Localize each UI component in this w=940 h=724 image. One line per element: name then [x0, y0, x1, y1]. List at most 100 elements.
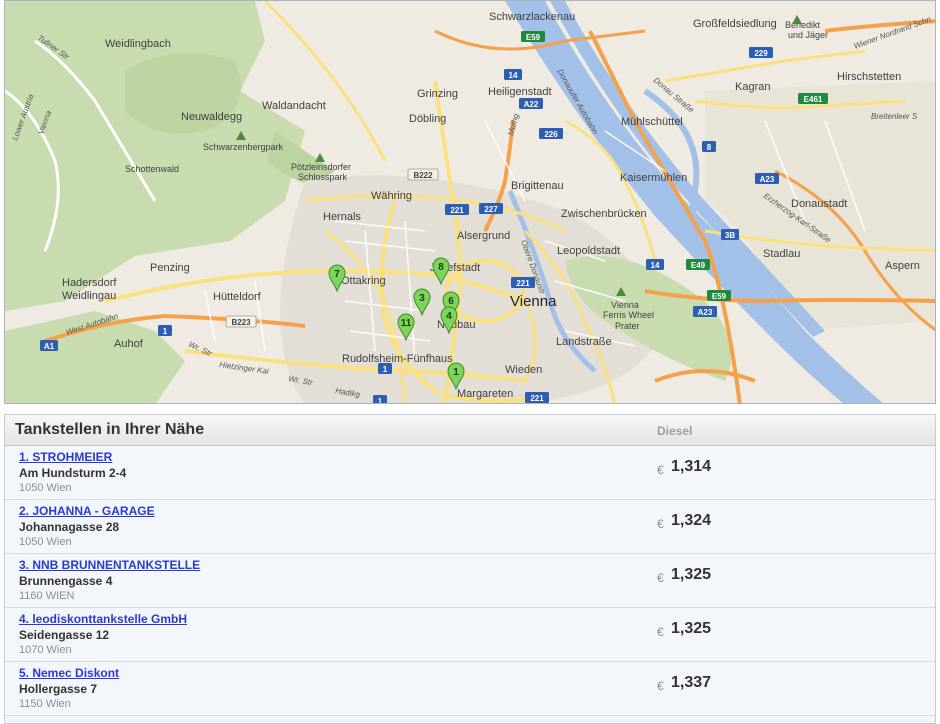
- place-label: Währing: [371, 190, 412, 202]
- station-street: Hollergasse 7: [19, 682, 98, 696]
- svg-text:B222: B222: [413, 171, 433, 180]
- road-shield-icon: 3B: [721, 229, 739, 240]
- svg-text:E59: E59: [526, 33, 541, 42]
- place-label: Neuwaldegg: [181, 111, 242, 123]
- poi-label: und Jäger: [788, 30, 828, 40]
- diesel-price: 1,337: [671, 674, 712, 691]
- station-name-link[interactable]: 2. JOHANNA - GARAGE: [19, 504, 155, 518]
- road-shield-icon: A22: [519, 98, 543, 109]
- svg-text:A23: A23: [698, 308, 713, 317]
- place-label: Auhof: [114, 338, 144, 350]
- place-label: Weidlingbach: [105, 38, 171, 50]
- station-city: 1150 Wien: [19, 698, 71, 710]
- place-label: Waldandacht: [262, 100, 326, 112]
- place-label: Leopoldstadt: [557, 245, 620, 257]
- svg-text:3: 3: [419, 293, 425, 304]
- svg-text:3B: 3B: [725, 231, 735, 240]
- poi-label: Benedikt: [785, 20, 821, 30]
- station-city: 1160 WIEN: [19, 590, 75, 602]
- place-label: Mühlschüttel: [621, 116, 683, 128]
- place-label: Schwarzlackenau: [489, 11, 575, 23]
- column-header-diesel[interactable]: Diesel: [657, 424, 692, 438]
- place-label: Aspern: [885, 260, 920, 272]
- place-label: Penzing: [150, 262, 190, 274]
- station-city: 1050 Wien: [19, 482, 72, 494]
- poi-label: Schwarzenbergpark: [203, 142, 284, 152]
- diesel-price: 1,324: [671, 512, 712, 529]
- place-label: Hadersdorf: [62, 277, 117, 289]
- station-name-link[interactable]: 4. leodiskonttankstelle GmbH: [19, 612, 187, 626]
- currency-symbol: €: [657, 463, 664, 477]
- place-label: Kaisermühlen: [620, 172, 687, 184]
- currency-symbol: €: [657, 625, 664, 639]
- place-label: Großfeldsiedlung: [693, 18, 777, 30]
- station-name-link[interactable]: 5. Nemec Diskont: [19, 666, 119, 680]
- currency-symbol: €: [657, 679, 664, 693]
- svg-text:221: 221: [530, 394, 544, 403]
- svg-text:229: 229: [754, 49, 768, 58]
- road-shield-icon: 227: [479, 203, 503, 214]
- svg-text:1: 1: [383, 365, 388, 374]
- place-label: Donaustadt: [791, 198, 847, 210]
- station-city: 1050 Wien: [19, 536, 72, 548]
- place-label: Alsergrund: [457, 230, 510, 242]
- svg-text:A1: A1: [44, 342, 55, 351]
- svg-text:226: 226: [544, 130, 558, 139]
- city-label-vienna: Vienna: [510, 293, 557, 310]
- svg-text:221: 221: [516, 279, 530, 288]
- road-shield-icon: B222: [407, 168, 439, 181]
- place-label: Heiligenstadt: [488, 86, 552, 98]
- road-shield-icon: 229: [749, 47, 773, 58]
- svg-text:E49: E49: [691, 261, 706, 270]
- table-row[interactable]: 3. NNB BRUNNENTANKSTELLE Brunnengasse 4 11…: [5, 554, 935, 608]
- station-street: Seidengasse 12: [19, 628, 110, 642]
- svg-text:B223: B223: [231, 318, 251, 327]
- poi-label: Prater: [615, 321, 640, 331]
- poi-label: Vienna: [611, 300, 639, 310]
- svg-text:1: 1: [378, 397, 383, 404]
- svg-text:227: 227: [484, 205, 498, 214]
- table-row[interactable]: 4. leodiskonttankstelle GmbH Seidengasse …: [5, 608, 935, 662]
- svg-text:1: 1: [163, 327, 168, 336]
- currency-symbol: €: [657, 571, 664, 585]
- road-label: Breitenleer S: [871, 112, 918, 121]
- panel-title: Tankstellen in Ihrer Nähe: [15, 421, 205, 438]
- diesel-price: 1,325: [671, 566, 712, 583]
- panel-header: Tankstellen in Ihrer Nähe Diesel: [5, 415, 935, 446]
- map-view[interactable]: Weidlingbach Waldandacht Neuwaldegg Grin…: [4, 0, 936, 404]
- svg-text:14: 14: [651, 261, 660, 270]
- place-label: Hirschstetten: [837, 71, 901, 83]
- road-shield-icon: 8: [702, 141, 716, 152]
- station-name-link[interactable]: 1. STROHMEIER: [19, 450, 112, 464]
- road-shield-icon: E461: [798, 93, 828, 104]
- road-shield-icon: 1: [378, 363, 392, 374]
- place-label: Stadlau: [763, 248, 800, 260]
- poi-label: Schottenwald: [125, 164, 179, 174]
- place-label: Döbling: [409, 113, 446, 125]
- road-shield-icon: 226: [539, 128, 563, 139]
- station-name-link[interactable]: 3. NNB BRUNNENTANKSTELLE: [19, 558, 200, 572]
- map-canvas[interactable]: Weidlingbach Waldandacht Neuwaldegg Grin…: [5, 1, 936, 404]
- road-shield-icon: 14: [646, 259, 664, 270]
- road-shield-icon: 1: [158, 325, 172, 336]
- table-row[interactable]: 5. Nemec Diskont Hollergasse 7 1150 Wien €1…: [5, 662, 935, 716]
- road-shield-icon: B223: [225, 315, 257, 328]
- road-shield-icon: A23: [693, 306, 717, 317]
- place-label: Grinzing: [417, 88, 458, 100]
- place-label: Kagran: [735, 81, 770, 93]
- svg-text:8: 8: [438, 262, 444, 273]
- svg-text:A22: A22: [524, 100, 539, 109]
- table-row[interactable]: 2. JOHANNA - GARAGE Johannagasse 28 1050 W…: [5, 500, 935, 554]
- place-label: Zwischenbrücken: [561, 208, 647, 220]
- place-label: Brigittenau: [511, 180, 564, 192]
- place-label: Margareten: [457, 388, 513, 400]
- svg-text:E461: E461: [804, 95, 823, 104]
- station-city: 1070 Wien: [19, 644, 72, 656]
- road-shield-icon: 1: [373, 395, 387, 404]
- place-label: Weidlingau: [62, 290, 116, 302]
- station-street: Brunnengasse 4: [19, 574, 113, 588]
- table-row[interactable]: 1. STROHMEIER Am Hundsturm 2-4 1050 Wien €1…: [5, 446, 935, 500]
- place-label: Hütteldorf: [213, 291, 262, 303]
- svg-text:11: 11: [401, 318, 412, 329]
- currency-symbol: €: [657, 517, 664, 531]
